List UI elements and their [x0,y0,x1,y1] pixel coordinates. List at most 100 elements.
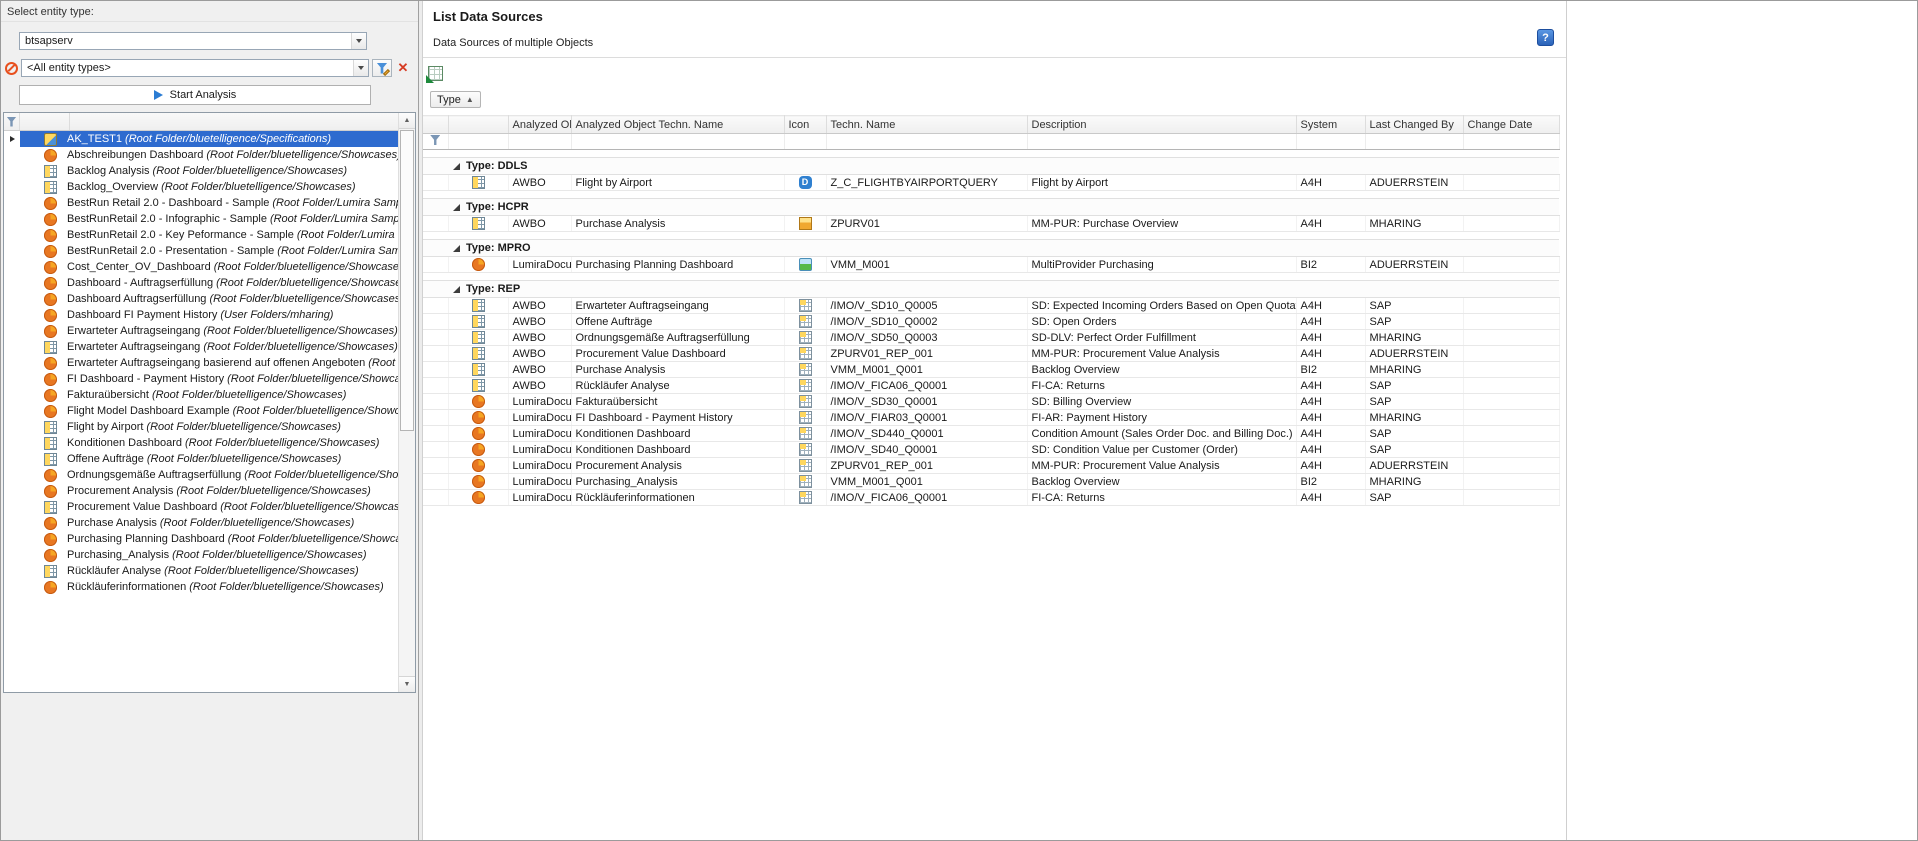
entity-list-item[interactable]: Dashboard Auftragserfüllung(Root Folder/… [4,291,398,307]
datasource-row[interactable]: AWBOPurchase AnalysisVMM_M001_Q001Backlo… [423,362,1559,378]
group-by-chip-type[interactable]: Type ▲ [430,91,481,108]
column-header[interactable]: Techn. Name [826,116,1027,134]
entity-list-item[interactable]: Fakturaübersicht(Root Folder/bluetellige… [4,387,398,403]
query-icon [799,491,812,504]
datasource-row[interactable]: LumiraDocu...FI Dashboard - Payment Hist… [423,410,1559,426]
datasource-row[interactable]: LumiraDocu...Purchasing_AnalysisVMM_M001… [423,474,1559,490]
filter-cell[interactable] [448,134,508,150]
filter-cell[interactable] [1365,134,1463,150]
entity-list-item[interactable]: BestRunRetail 2.0 - Key Peformance - Sam… [4,227,398,243]
entity-list-item[interactable]: Erwarteter Auftragseingang basierend auf… [4,355,398,371]
entity-list-item[interactable]: Erwarteter Auftragseingang(Root Folder/b… [4,339,398,355]
column-header[interactable]: Analyzed Object Techn. Name [571,116,784,134]
datasource-row[interactable]: LumiraDocu...Konditionen Dashboard/IMO/V… [423,442,1559,458]
filter-cell[interactable] [571,134,784,150]
datasource-row[interactable]: AWBOFlight by AirportZ_C_FLIGHTBYAIRPORT… [423,175,1559,191]
scrollbar-thumb[interactable] [400,130,414,431]
entity-list-item[interactable]: Flight Model Dashboard Example(Root Fold… [4,403,398,419]
lumira-doc-icon [44,309,57,322]
entity-list-item[interactable]: BestRunRetail 2.0 - Presentation - Sampl… [4,243,398,259]
column-header[interactable]: Last Changed By [1365,116,1463,134]
filter-cell[interactable] [1463,134,1559,150]
column-header[interactable]: Change Date [1463,116,1559,134]
entity-list-item[interactable]: Rückläuferinformationen(Root Folder/blue… [4,579,398,595]
scroll-down-button[interactable]: ▼ [399,676,415,692]
datasource-row[interactable]: LumiraDocu...Fakturaübersicht/IMO/V_SD30… [423,394,1559,410]
start-analysis-button[interactable]: Start Analysis [19,85,371,105]
entity-list-item[interactable]: Dashboard FI Payment History(User Folder… [4,307,398,323]
datasource-row[interactable]: LumiraDocu...Konditionen Dashboard/IMO/V… [423,426,1559,442]
column-header[interactable]: System [1296,116,1365,134]
entity-list-item[interactable]: Purchase Analysis(Root Folder/bluetellig… [4,515,398,531]
entity-list-item[interactable]: Procurement Value Dashboard(Root Folder/… [4,499,398,515]
entity-list-item[interactable]: Erwarteter Auftragseingang(Root Folder/b… [4,323,398,339]
icon-column-header[interactable] [20,113,70,130]
group-row[interactable]: Type: DDLS [423,158,1559,175]
filter-cell[interactable] [508,134,571,150]
entity-list-item[interactable]: Ordnungsgemäße Auftragserfüllung(Root Fo… [4,467,398,483]
entity-list-item[interactable]: Flight by Airport(Root Folder/bluetellig… [4,419,398,435]
datasource-row[interactable]: LumiraDocu...Procurement AnalysisZPURV01… [423,458,1559,474]
last-changed-by-cell: MHARING [1365,410,1463,426]
column-header[interactable] [448,116,508,134]
filter-cell[interactable] [826,134,1027,150]
group-row[interactable]: Type: MPRO [423,240,1559,257]
entity-list-item[interactable]: AK_TEST1(Root Folder/bluetelligence/Spec… [4,131,398,147]
name-column-header[interactable] [70,113,415,130]
datasource-row[interactable]: LumiraDocu...Purchasing Planning Dashboa… [423,257,1559,273]
export-excel-icon[interactable] [428,66,443,81]
query-icon [799,411,812,424]
entity-list-item[interactable]: BestRun Retail 2.0 - Dashboard - Sample(… [4,195,398,211]
entity-list-item[interactable]: Purchasing_Analysis(Root Folder/bluetell… [4,547,398,563]
techn-name-cell: /IMO/V_FIAR03_Q0001 [826,410,1027,426]
entity-list-item[interactable]: FI Dashboard - Payment History(Root Fold… [4,371,398,387]
dropdown-arrow-icon[interactable] [351,33,366,49]
group-expand-icon[interactable] [453,204,460,211]
entity-list-item[interactable]: BestRunRetail 2.0 - Infographic - Sample… [4,211,398,227]
last-changed-by-cell: SAP [1365,314,1463,330]
column-header[interactable]: Analyzed Ob... [508,116,571,134]
datasource-row[interactable]: AWBOOrdnungsgemäße Auftragserfüllung/IMO… [423,330,1559,346]
filter-cell[interactable] [1027,134,1296,150]
server-dropdown[interactable]: btsapserv [19,32,367,50]
datasource-row[interactable]: AWBOErwarteter Auftragseingang/IMO/V_SD1… [423,298,1559,314]
clear-filter-button[interactable]: ✕ [395,60,411,76]
column-header[interactable]: Icon [784,116,826,134]
group-spacer [423,191,1559,199]
description-cell: FI-AR: Payment History [1027,410,1296,426]
entity-list-item[interactable]: Abschreibungen Dashboard(Root Folder/blu… [4,147,398,163]
entity-path: (Root Folder/bluetelligence/Showcases) [220,501,398,513]
group-expand-icon[interactable] [453,245,460,252]
entity-type-dropdown[interactable]: <All entity types> [21,59,369,77]
entity-list-item[interactable]: Offene Aufträge(Root Folder/bluetelligen… [4,451,398,467]
filter-cell[interactable] [1296,134,1365,150]
help-button[interactable]: ? [1537,29,1554,46]
column-header[interactable]: Description [1027,116,1296,134]
entity-list-item[interactable]: Cost_Center_OV_Dashboard(Root Folder/blu… [4,259,398,275]
group-expand-icon[interactable] [453,163,460,170]
entity-list-item[interactable]: Konditionen Dashboard(Root Folder/bluete… [4,435,398,451]
group-expand-icon[interactable] [453,286,460,293]
datasource-row[interactable]: AWBORückläufer Analyse/IMO/V_FICA06_Q000… [423,378,1559,394]
entity-list-item[interactable]: Dashboard - Auftragserfüllung(Root Folde… [4,275,398,291]
entity-list-item[interactable]: Backlog_Overview(Root Folder/bluetellige… [4,179,398,195]
group-row[interactable]: Type: REP [423,281,1559,298]
entity-name: BestRunRetail 2.0 - Key Peformance - Sam… [67,229,294,241]
edit-filter-button[interactable] [372,59,392,77]
vertical-scrollbar[interactable]: ▲ ▼ [398,113,415,692]
datasource-row[interactable]: AWBOProcurement Value DashboardZPURV01_R… [423,346,1559,362]
group-row[interactable]: Type: HCPR [423,199,1559,216]
group-label: Type: DDLS [466,160,528,172]
datasource-row[interactable]: LumiraDocu...Rückläuferinformationen/IMO… [423,490,1559,506]
datasource-row[interactable]: AWBOPurchase AnalysisZPURV01MM-PUR: Purc… [423,216,1559,232]
filter-cell[interactable] [784,134,826,150]
entity-list-item[interactable]: Procurement Analysis(Root Folder/bluetel… [4,483,398,499]
awbo-workbook-icon [472,379,485,392]
entity-list-item[interactable]: Rückläufer Analyse(Root Folder/bluetelli… [4,563,398,579]
change-date-cell [1463,330,1559,346]
entity-list-item[interactable]: Backlog Analysis(Root Folder/bluetellige… [4,163,398,179]
dropdown-arrow-icon[interactable] [353,60,368,76]
entity-list-item[interactable]: Purchasing Planning Dashboard(Root Folde… [4,531,398,547]
datasource-row[interactable]: AWBOOffene Aufträge/IMO/V_SD10_Q0002SD: … [423,314,1559,330]
scroll-up-button[interactable]: ▲ [399,113,415,129]
